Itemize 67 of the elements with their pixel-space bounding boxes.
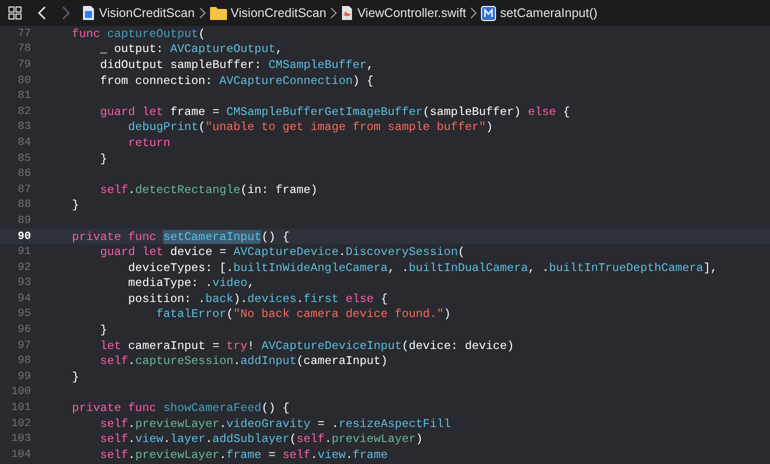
related-items-button[interactable] — [6, 4, 24, 22]
code-line: private func setCameraInput() { — [71, 230, 290, 244]
line-number: 85 — [16, 152, 31, 165]
line-number: 90 — [16, 230, 31, 243]
line-number: 100 — [10, 386, 31, 398]
breadcrumb-item[interactable]: setCameraInput() — [500, 6, 598, 20]
code-line: self.previewLayer.frame = self.view.frame — [99, 448, 388, 462]
chevron-right-icon — [330, 7, 338, 19]
code-line: guard let device = AVCaptureDevice.DiscoverySession( — [99, 245, 465, 260]
code-line: position: .back).devices.first else { — [127, 292, 388, 306]
code-line: mediaType: .video, — [127, 276, 254, 290]
line-number: 84 — [16, 136, 31, 149]
chevron-right-icon — [470, 7, 478, 19]
breadcrumb-item[interactable]: VisionCreditScan — [230, 6, 326, 20]
line-number: 78 — [16, 43, 31, 56]
line-number: 79 — [16, 58, 31, 71]
code-line: self.captureSession.addInput(cameraInput) — [99, 354, 388, 368]
line-number: 93 — [16, 277, 31, 290]
chevron-left-icon — [38, 6, 47, 20]
code-line: _ output: AVCaptureOutput, — [99, 42, 282, 56]
code-line: fatalError("No back camera device found.") — [155, 307, 451, 322]
code-line: from connection: AVCaptureConnection) { — [99, 74, 374, 88]
line-number: 95 — [16, 308, 31, 320]
code-line: private func showCameraFeed() { — [71, 401, 290, 416]
code-line: } — [99, 152, 108, 166]
code-line: self.view.layer.addSublayer(self.previewLayer) — [99, 432, 423, 446]
code-line: deviceTypes: [.builtInWideAngleCamera, .builtInDualCamera, .builtInTrueDepthCamera], — [127, 260, 718, 275]
line-number: 80 — [16, 74, 31, 87]
line-number: 97 — [16, 340, 31, 352]
line-number: 88 — [16, 199, 31, 212]
code-line: func captureOutput( — [71, 26, 206, 41]
line-number: 94 — [16, 292, 31, 305]
chevron-right-icon — [61, 6, 70, 20]
code-line: let cameraInput = try! AVCaptureDeviceInput(device: device) — [99, 338, 514, 353]
code-line: } — [71, 370, 80, 384]
breadcrumb-item[interactable]: ViewController.swift — [357, 6, 466, 20]
line-number: 92 — [16, 262, 31, 274]
line-number: 102 — [10, 418, 31, 430]
project-file-icon — [82, 5, 95, 21]
folder-icon — [210, 6, 227, 20]
line-number: 104 — [10, 448, 31, 461]
line-number: 83 — [16, 121, 31, 134]
code-line: self.previewLayer.videoGravity = .resizeAspectFill — [99, 416, 451, 431]
line-number: 101 — [10, 402, 31, 414]
line-number: 81 — [16, 90, 31, 102]
line-number: 99 — [16, 370, 31, 383]
method-icon — [481, 6, 496, 20]
grid-icon — [8, 6, 22, 20]
code-line: self.detectRectangle(in: frame) — [99, 182, 318, 197]
line-number: 77 — [16, 28, 31, 40]
line-number: 86 — [16, 168, 31, 180]
line-number: 82 — [16, 106, 31, 118]
code-line: return — [127, 136, 170, 150]
line-number: 98 — [16, 355, 31, 368]
line-number: 87 — [16, 184, 31, 196]
swift-file-icon — [341, 5, 354, 21]
code-line: didOutput sampleBuffer: CMSampleBuffer, — [99, 58, 374, 72]
code-line: } — [71, 198, 80, 212]
code-line: debugPrint("unable to get image from sample buffer") — [127, 120, 493, 134]
line-number: 103 — [10, 433, 31, 446]
breadcrumb-item[interactable]: VisionCreditScan — [99, 6, 195, 20]
chevron-right-icon — [198, 7, 206, 19]
line-number: 91 — [16, 246, 31, 258]
line-number: 96 — [16, 324, 31, 336]
code-line: } — [99, 323, 108, 338]
code-line: guard let frame = CMSampleBufferGetImageBuffer(sampleBuffer) else { — [99, 104, 570, 119]
line-number: 89 — [16, 214, 31, 227]
